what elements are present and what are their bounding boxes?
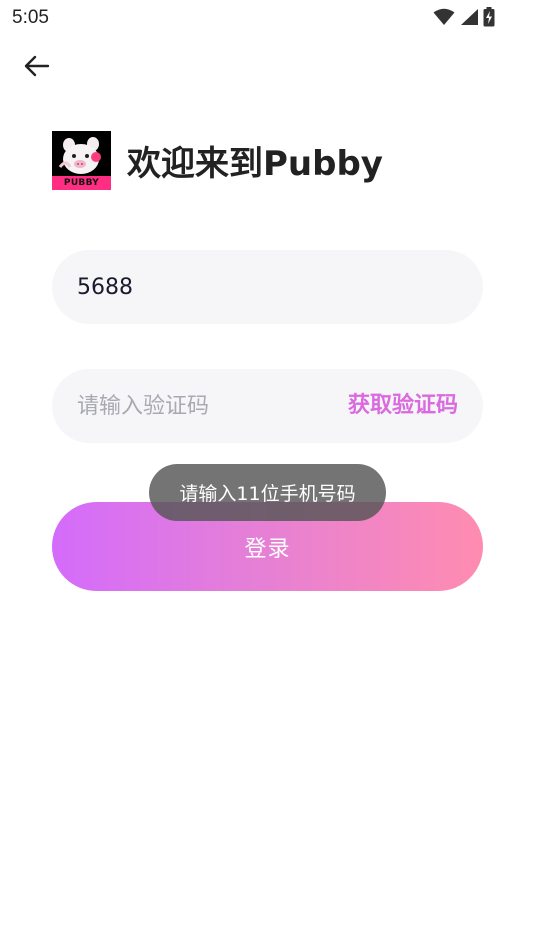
login-label: 登录 <box>244 536 291 562</box>
brand-header: PUBBY 欢迎来到Pubby <box>52 131 383 190</box>
toast-message: 请输入11位手机号码 <box>149 464 386 521</box>
code-field[interactable]: 获取验证码 <box>52 369 483 443</box>
phone-input[interactable] <box>77 250 327 324</box>
back-button[interactable] <box>18 52 54 84</box>
status-bar: 5:05 <box>0 0 535 36</box>
wifi-icon <box>433 8 455 30</box>
page-title: 欢迎来到Pubby <box>127 144 383 184</box>
status-time: 5:05 <box>12 7 49 28</box>
battery-charging-icon <box>483 7 495 31</box>
pubby-logo: PUBBY <box>52 131 111 190</box>
toast-text: 请输入11位手机号码 <box>179 483 356 505</box>
phone-field[interactable] <box>52 250 483 324</box>
pig-mascot-icon <box>58 137 101 174</box>
cell-signal-icon <box>459 8 479 30</box>
code-input[interactable] <box>77 369 327 443</box>
status-icons <box>433 7 495 31</box>
get-code-button[interactable]: 获取验证码 <box>348 369 458 443</box>
arrow-left-icon <box>22 54 50 82</box>
logo-text: PUBBY <box>63 178 100 188</box>
logo-band: PUBBY <box>52 176 111 190</box>
